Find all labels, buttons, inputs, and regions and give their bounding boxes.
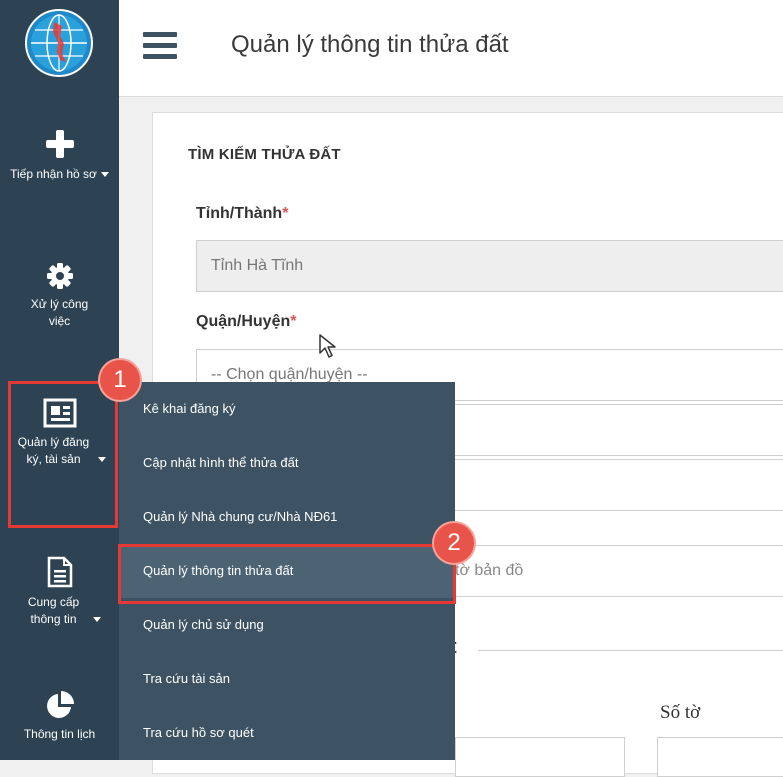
caret-down-icon — [92, 617, 101, 623]
top-header: Quản lý thông tin thửa đất — [119, 0, 783, 97]
hamburger-menu-icon[interactable] — [143, 32, 177, 62]
map-sheet-placeholder: tờ bản đồ — [455, 562, 524, 579]
province-label: Tỉnh/Thành* — [196, 205, 289, 222]
submenu-item-owners[interactable]: Quản lý chủ sử dụng — [119, 598, 455, 652]
section-divider — [478, 650, 783, 651]
sidebar-item-label: Cung cấp thông tin — [27, 595, 80, 626]
plus-icon — [45, 130, 74, 158]
so-to-input[interactable] — [657, 737, 783, 777]
caret-down-icon — [100, 172, 109, 178]
sidebar-item-intake[interactable]: Tiếp nhận hồ sơ — [0, 128, 119, 183]
gear-icon — [46, 263, 73, 289]
sidebar-item-provide-info[interactable]: Cung cấp thông tin — [0, 556, 119, 628]
step-badge-1: 1 — [100, 360, 140, 400]
submenu-item-apartment[interactable]: Quản lý Nhà chung cư/Nhà NĐ61 — [119, 490, 455, 544]
submenu-item-update-shape[interactable]: Cập nhật hình thể thửa đất — [119, 436, 455, 490]
submenu-item-asset-lookup[interactable]: Tra cứu tài sản — [119, 652, 455, 706]
highlight-box-step2 — [118, 544, 456, 604]
submenu-item-scan-lookup[interactable]: Tra cứu hồ sơ quét — [119, 706, 455, 760]
document-icon — [47, 556, 72, 588]
province-field[interactable]: Tỉnh Hà Tĩnh — [196, 240, 783, 292]
bottom-left-input[interactable] — [455, 737, 625, 777]
map-sheet-field[interactable]: tờ bản đồ — [440, 545, 783, 597]
globe-logo-icon[interactable] — [24, 8, 94, 78]
sidebar-item-label: Thông tin lịch — [23, 727, 96, 741]
pie-chart-icon — [46, 691, 74, 718]
highlight-box-step1 — [8, 381, 118, 528]
sidebar-item-label: Xử lý công việc — [30, 297, 89, 328]
hidden-field[interactable] — [440, 459, 783, 511]
step-badge-2: 2 — [434, 523, 474, 563]
district-label: Quận/Huyện* — [196, 313, 297, 330]
section-title: TÌM KIẾM THỬA ĐẤT — [188, 146, 341, 163]
sidebar-item-process[interactable]: Xử lý công việc — [0, 262, 119, 330]
mouse-cursor-icon — [319, 334, 336, 358]
submenu-item-declaration[interactable]: Kê khai đăng ký — [119, 382, 455, 436]
so-to-label: Số tờ — [660, 702, 701, 723]
page-title: Quản lý thông tin thửa đất — [231, 31, 509, 58]
sidebar-item-schedule[interactable]: Thông tin lịch — [0, 690, 119, 743]
sidebar-item-label: Tiếp nhận hồ sơ — [10, 167, 97, 181]
commune-select[interactable] — [440, 404, 783, 456]
